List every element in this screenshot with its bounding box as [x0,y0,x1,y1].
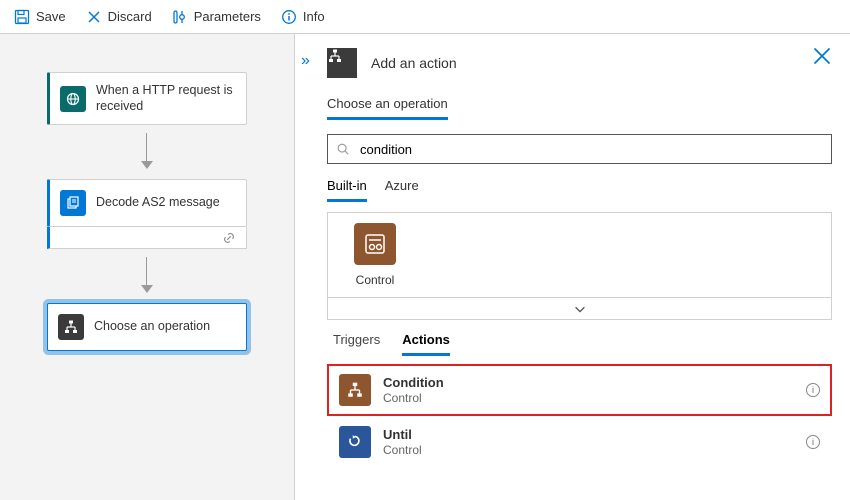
link-icon [222,231,236,245]
info-label: Info [303,9,325,24]
info-icon [281,9,297,25]
collapse-panel-button[interactable]: » [301,52,310,70]
info-button[interactable]: Info [273,5,333,29]
scope-tablist: Built-in Azure [327,178,832,202]
action-title: Condition [383,375,444,391]
until-icon [339,426,371,458]
designer-canvas[interactable]: When a HTTP request is received Decode A… [0,34,295,500]
command-bar: Save Discard Parameters Info [0,0,850,34]
action-subtitle: Control [383,391,444,405]
action-info-button[interactable]: i [806,435,820,449]
search-input[interactable] [358,141,823,158]
action-item-until[interactable]: Until Control i [327,416,832,468]
action-subtitle: Control [383,443,422,457]
connector-control[interactable]: Control [340,223,410,287]
panel-title: Add an action [371,55,457,71]
save-icon [14,9,30,25]
flow-node-label: When a HTTP request is received [96,83,236,114]
discard-button[interactable]: Discard [78,5,160,29]
tab-actions[interactable]: Actions [402,332,450,356]
flow-node-trigger[interactable]: When a HTTP request is received [47,72,247,125]
section-heading: Choose an operation [327,96,448,120]
parameters-label: Parameters [194,9,261,24]
connector-arrow [140,257,154,295]
chevron-down-icon [573,302,587,316]
search-icon [336,142,350,156]
save-button[interactable]: Save [6,5,74,29]
document-stack-icon [60,190,86,216]
save-label: Save [36,9,66,24]
action-item-condition[interactable]: Condition Control i [327,364,832,416]
http-trigger-icon [60,86,86,112]
expand-gallery-button[interactable] [328,297,831,319]
discard-label: Discard [108,9,152,24]
parameters-icon [172,9,188,25]
action-title: Until [383,427,422,443]
action-list: Condition Control i Until Control i [327,364,832,468]
scope-tab-azure[interactable]: Azure [385,178,419,202]
discard-icon [86,9,102,25]
connector-arrow [140,133,154,171]
close-panel-button[interactable] [812,46,832,69]
flow-node-choose-operation[interactable]: Choose an operation [47,303,247,351]
flow-node-footer[interactable] [47,227,247,249]
connector-label: Control [356,273,395,287]
close-icon [812,46,832,66]
search-box[interactable] [327,134,832,164]
scope-tab-builtin[interactable]: Built-in [327,178,367,202]
action-panel: » Add an action Choose an operation Buil… [295,34,850,500]
control-connector-icon [354,223,396,265]
condition-icon [339,374,371,406]
trigger-action-tablist: Triggers Actions [333,332,832,356]
workflow-icon [58,314,84,340]
workflow-icon [327,48,357,78]
connector-gallery: Control [327,212,832,320]
tab-triggers[interactable]: Triggers [333,332,380,356]
flow-node-decode-as2[interactable]: Decode AS2 message [47,179,247,227]
flow-node-label: Decode AS2 message [96,195,220,211]
parameters-button[interactable]: Parameters [164,5,269,29]
flow-node-label: Choose an operation [94,319,210,335]
action-info-button[interactable]: i [806,383,820,397]
